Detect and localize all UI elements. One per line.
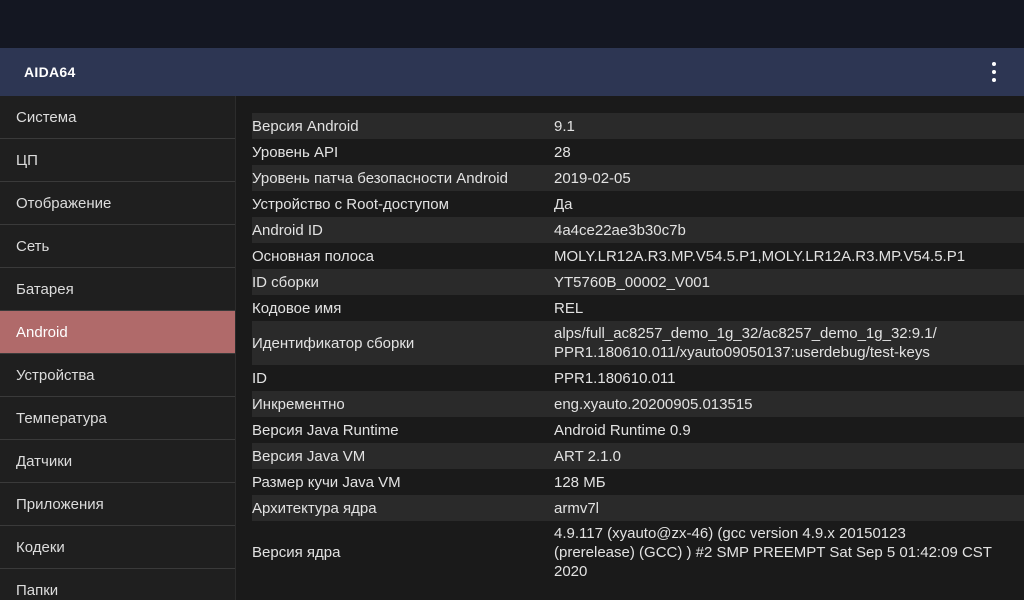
- row-label: Уровень API: [252, 143, 339, 161]
- system-status-bar: [0, 0, 1024, 48]
- table-row: Android ID 4a4ce22ae3b30c7b: [252, 217, 1024, 243]
- more-vert-icon[interactable]: [984, 62, 1004, 82]
- row-label: Версия Java VM: [252, 447, 366, 465]
- row-label: Версия Android: [252, 117, 359, 135]
- row-label: ID: [252, 369, 267, 387]
- menu-dot: [992, 62, 996, 66]
- row-label: Инкрементно: [252, 395, 345, 413]
- row-value: Да: [554, 195, 573, 213]
- sidebar-item-temperature[interactable]: Температура: [0, 397, 235, 440]
- sidebar-item-cpu[interactable]: ЦП: [0, 139, 235, 182]
- table-row: Основная полоса MOLY.LR12A.R3.MP.V54.5.P…: [252, 243, 1024, 269]
- row-value: ART 2.1.0: [554, 447, 621, 465]
- table-row: Устройство с Root-доступом Да: [252, 191, 1024, 217]
- table-row: Уровень API 28: [252, 139, 1024, 165]
- table-row: ID сборки YT5760B_00002_V001: [252, 269, 1024, 295]
- sidebar-item-apps[interactable]: Приложения: [0, 483, 235, 526]
- sidebar-item-system[interactable]: Система: [0, 96, 235, 139]
- row-label: Версия ядра: [252, 544, 341, 561]
- sidebar-item-devices[interactable]: Устройства: [0, 354, 235, 397]
- app-bar: AIDA64: [0, 48, 1024, 96]
- sidebar-item-battery[interactable]: Батарея: [0, 268, 235, 311]
- row-value: 28: [554, 143, 571, 161]
- row-value: eng.xyauto.20200905.013515: [554, 395, 753, 413]
- row-label: Идентификатор сборки: [252, 334, 415, 352]
- table-row: Кодовое имя REL: [252, 295, 1024, 321]
- table-row: Архитектура ядра armv7l: [252, 495, 1024, 521]
- row-value: 4a4ce22ae3b30c7b: [554, 221, 686, 239]
- row-label: Android ID: [252, 221, 323, 239]
- table-row: Версия Java VM ART 2.1.0: [252, 443, 1024, 469]
- row-label: Размер кучи Java VM: [252, 473, 401, 491]
- row-value: Android Runtime 0.9: [554, 421, 691, 439]
- table-row: Версия ядра 4.9.117 (xyauto@zx-46) (gcc …: [252, 521, 1024, 584]
- app-title: AIDA64: [24, 64, 76, 80]
- row-label: Устройство с Root-доступом: [252, 195, 449, 213]
- row-value: 4.9.117 (xyauto@zx-46) (gcc version 4.9.…: [554, 525, 992, 580]
- row-value: MOLY.LR12A.R3.MP.V54.5.P1,MOLY.LR12A.R3.…: [554, 247, 966, 265]
- sidebar-item-codecs[interactable]: Кодеки: [0, 526, 235, 569]
- row-value: YT5760B_00002_V001: [554, 273, 710, 291]
- row-label: Архитектура ядра: [252, 499, 377, 517]
- table-row: Уровень патча безопасности Android 2019-…: [252, 165, 1024, 191]
- sidebar: Система ЦП Отображение Сеть Батарея Andr…: [0, 96, 236, 600]
- table-row: Версия Java Runtime Android Runtime 0.9: [252, 417, 1024, 443]
- row-label: ID сборки: [252, 273, 319, 291]
- sidebar-item-android[interactable]: Android: [0, 311, 235, 354]
- row-label: Основная полоса: [252, 247, 374, 265]
- row-value: 128 МБ: [554, 473, 606, 491]
- table-row: Инкрементно eng.xyauto.20200905.013515: [252, 391, 1024, 417]
- table-row: Размер кучи Java VM 128 МБ: [252, 469, 1024, 495]
- row-label: Уровень патча безопасности Android: [252, 169, 508, 187]
- row-value: 2019-02-05: [554, 169, 631, 187]
- row-value: PPR1.180610.011: [554, 369, 676, 387]
- row-value: 9.1: [554, 117, 575, 135]
- table-row: Версия Android 9.1: [252, 113, 1024, 139]
- sidebar-item-display[interactable]: Отображение: [0, 182, 235, 225]
- menu-dot: [992, 70, 996, 74]
- row-value: armv7l: [554, 499, 600, 517]
- sidebar-item-sensors[interactable]: Датчики: [0, 440, 235, 483]
- sidebar-item-folders[interactable]: Папки: [0, 569, 235, 600]
- details-panel: Версия Android 9.1 Уровень API 28 Уровен…: [236, 96, 1024, 600]
- row-label: Версия Java Runtime: [252, 421, 399, 439]
- row-value: alps/full_ac8257_demo_1g_32/ac8257_demo_…: [554, 325, 937, 361]
- details-table: Версия Android 9.1 Уровень API 28 Уровен…: [252, 113, 1024, 584]
- row-label: Кодовое имя: [252, 299, 342, 317]
- table-row: ID PPR1.180610.011: [252, 365, 1024, 391]
- row-value: REL: [554, 299, 584, 317]
- sidebar-item-network[interactable]: Сеть: [0, 225, 235, 268]
- table-row: Идентификатор сборки alps/full_ac8257_de…: [252, 321, 1024, 365]
- menu-dot: [992, 78, 996, 82]
